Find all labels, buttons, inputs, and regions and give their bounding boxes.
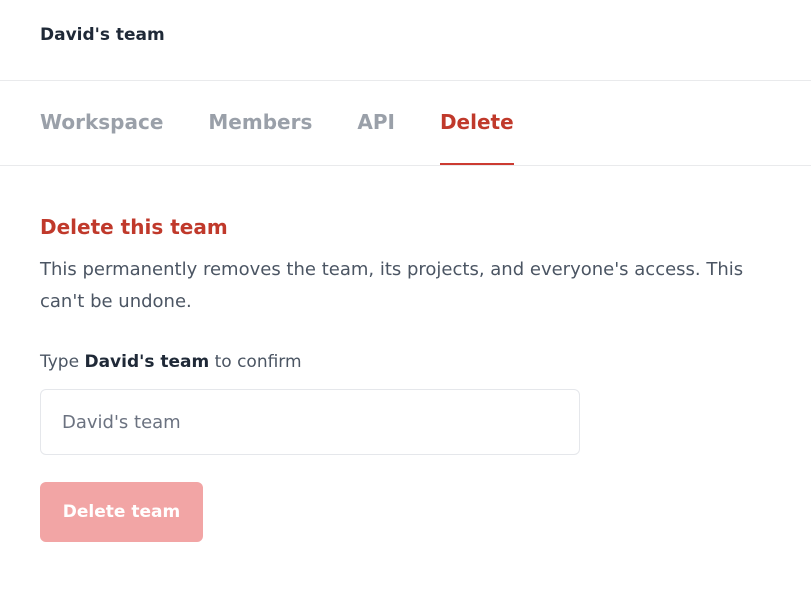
settings-tabs: Workspace Members API Delete: [0, 81, 811, 166]
tab-members[interactable]: Members: [208, 81, 312, 165]
section-title: Delete this team: [40, 215, 228, 239]
tab-workspace[interactable]: Workspace: [40, 81, 163, 165]
delete-team-button[interactable]: Delete team: [40, 482, 203, 542]
page-header: David's team: [0, 0, 811, 81]
tab-delete[interactable]: Delete: [439, 81, 514, 165]
tab-api[interactable]: API: [357, 81, 395, 165]
confirm-team-name-input[interactable]: [40, 389, 580, 455]
delete-team-section: Delete this team This permanently remove…: [0, 166, 811, 542]
warning-description: This permanently removes the team, its p…: [40, 259, 744, 312]
confirm-suffix: to confirm: [214, 352, 302, 372]
confirm-team-name: David's team: [84, 352, 210, 372]
team-name: David's team: [40, 25, 165, 45]
confirm-label: Type David's team to confirm: [40, 350, 771, 374]
confirm-prefix: Type: [40, 352, 80, 372]
